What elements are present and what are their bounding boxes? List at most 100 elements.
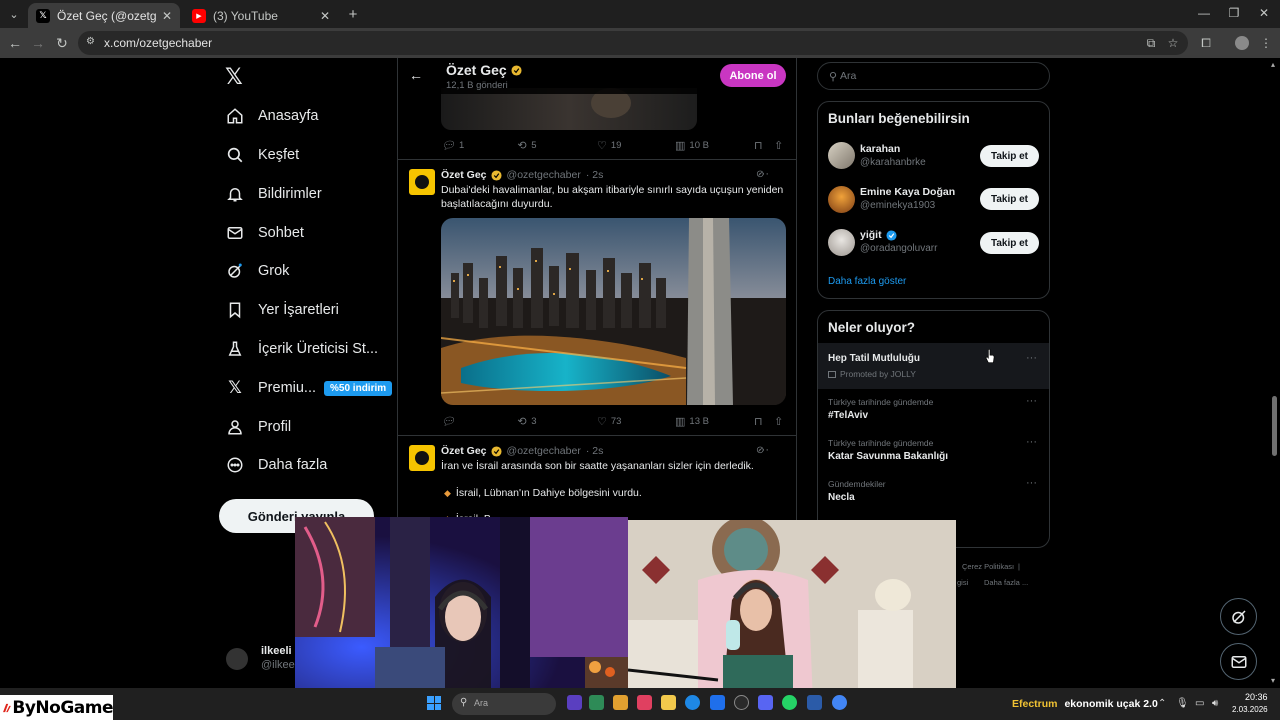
tweet-image-dubai-skyline[interactable] bbox=[441, 218, 786, 405]
close-tab-icon[interactable]: ✕ bbox=[320, 9, 330, 23]
close-window-icon[interactable]: ✕ bbox=[1255, 6, 1273, 20]
suggestion-name[interactable]: karahan bbox=[860, 143, 900, 155]
trend-item[interactable]: Türkiye tarihinde gündemde Katar Savunma… bbox=[818, 432, 1049, 472]
avatar[interactable] bbox=[828, 142, 855, 169]
address-bar[interactable]: ⚙ x.com/ozetgechaber bbox=[78, 31, 1188, 55]
tweet-time[interactable]: · 2s bbox=[586, 169, 604, 181]
grok-fab-button[interactable] bbox=[1220, 598, 1257, 635]
sidebar-item-chat[interactable]: Sohbet bbox=[226, 219, 304, 247]
share-button[interactable]: ⇧ bbox=[774, 139, 787, 152]
footer-more-link[interactable]: Daha fazla ... bbox=[984, 578, 1028, 587]
tray-chevron-icon[interactable]: ⌃ bbox=[1158, 698, 1166, 709]
show-more-link[interactable]: Daha fazla göster bbox=[828, 276, 906, 287]
suggestion-name[interactable]: yiğit bbox=[860, 229, 897, 241]
app-icon[interactable] bbox=[807, 695, 822, 710]
network-icon[interactable]: ▭ bbox=[1195, 698, 1204, 709]
follow-button[interactable]: Takip et bbox=[980, 232, 1039, 254]
sidebar-item-more[interactable]: Daha fazla bbox=[226, 451, 327, 479]
like-button[interactable]: ♡ 73 bbox=[597, 415, 621, 428]
suggestion-name[interactable]: Emine Kaya Doğan bbox=[860, 186, 955, 198]
app-icon[interactable] bbox=[589, 695, 604, 710]
sidebar-item-home[interactable]: Anasayfa bbox=[226, 102, 318, 130]
back-arrow-icon[interactable]: ← bbox=[409, 67, 423, 83]
tweet-handle[interactable]: @ozetgechaber bbox=[507, 169, 581, 181]
windows-start-icon[interactable] bbox=[427, 696, 441, 710]
minimize-icon[interactable]: — bbox=[1195, 6, 1213, 20]
clock-date[interactable]: 2.03.2026 bbox=[1232, 705, 1268, 714]
app-icon[interactable] bbox=[710, 695, 725, 710]
views-button[interactable]: ▥ 13 B bbox=[675, 415, 709, 428]
more-options-icon[interactable]: ··· bbox=[1026, 395, 1037, 407]
reply-button[interactable]: 💬︎ 1 bbox=[441, 139, 464, 152]
bookmark-star-icon[interactable]: ☆ bbox=[1164, 34, 1182, 52]
scroll-up-icon[interactable]: ▴ bbox=[1271, 60, 1275, 69]
follow-button[interactable]: Takip et bbox=[980, 145, 1039, 167]
chrome-icon[interactable] bbox=[832, 695, 847, 710]
repost-button[interactable]: ⟲ 3 bbox=[518, 415, 537, 428]
sidebar-item-explore[interactable]: Keşfet bbox=[226, 141, 299, 169]
like-button[interactable]: ♡ 19 bbox=[597, 139, 621, 152]
app-icon[interactable] bbox=[637, 695, 652, 710]
trend-item[interactable]: Türkiye tarihinde gündemde #TelAviv ··· bbox=[818, 391, 1049, 431]
tweet-avatar[interactable] bbox=[409, 169, 435, 195]
subscribe-button[interactable]: Abone ol bbox=[720, 64, 786, 87]
app-icon[interactable] bbox=[567, 695, 582, 710]
install-app-icon[interactable]: ⧉ bbox=[1142, 34, 1160, 52]
new-tab-button[interactable]: + bbox=[344, 5, 362, 23]
more-options-icon[interactable]: ··· bbox=[758, 168, 769, 180]
avatar[interactable] bbox=[828, 186, 855, 213]
back-icon[interactable]: ← bbox=[6, 34, 24, 52]
reply-button[interactable]: 💬︎ bbox=[441, 415, 459, 428]
page-scrollbar[interactable]: ▴ ▾ bbox=[1268, 58, 1280, 688]
profile-avatar-icon[interactable] bbox=[1233, 34, 1251, 52]
messages-fab-button[interactable] bbox=[1220, 643, 1257, 680]
account-name[interactable]: ilkeeli bbox=[261, 645, 292, 657]
previous-tweet-image[interactable] bbox=[441, 88, 697, 130]
tab-youtube[interactable]: ▶ (3) YouTube ✕ bbox=[184, 3, 338, 28]
more-options-icon[interactable]: ··· bbox=[758, 444, 769, 456]
taskbar-search-input[interactable]: ⚲ Ara bbox=[452, 693, 556, 715]
scroll-thumb[interactable] bbox=[1272, 396, 1277, 456]
more-options-icon[interactable]: ··· bbox=[1026, 352, 1037, 364]
file-explorer-icon[interactable] bbox=[613, 695, 628, 710]
tweet-time[interactable]: · 2s bbox=[586, 445, 604, 457]
repost-button[interactable]: ⟲ 5 bbox=[518, 139, 537, 152]
follow-button[interactable]: Takip et bbox=[980, 188, 1039, 210]
chrome-menu-icon[interactable]: ⋮ bbox=[1257, 34, 1275, 52]
sidebar-item-grok[interactable]: Grok bbox=[226, 257, 289, 285]
reload-icon[interactable]: ↻ bbox=[53, 34, 71, 52]
tab-ozet-gec[interactable]: 𝕏 Özet Geç (@ozetgechaber) / X ✕ bbox=[28, 3, 180, 28]
sidebar-item-bookmarks[interactable]: Yer İşaretleri bbox=[226, 296, 339, 324]
footer-link[interactable]: gisi bbox=[957, 578, 968, 587]
sidebar-item-creator-studio[interactable]: İçerik Üreticisi St... bbox=[226, 335, 378, 363]
trend-item[interactable]: Gündemdekiler Necla ··· bbox=[818, 473, 1049, 513]
tweet-author[interactable]: Özet Geç bbox=[441, 445, 487, 457]
bookmark-button[interactable]: ⊓ bbox=[754, 139, 767, 152]
restore-icon[interactable]: ❐ bbox=[1225, 6, 1243, 20]
sidebar-item-premium[interactable]: 𝕏 Premiu... %50 indirim bbox=[226, 374, 393, 402]
app-icon[interactable] bbox=[661, 695, 676, 710]
whatsapp-icon[interactable] bbox=[782, 695, 797, 710]
volume-icon[interactable]: 🔊︎ bbox=[1212, 698, 1218, 709]
extensions-icon[interactable]: ⧠ bbox=[1197, 34, 1215, 52]
scroll-down-icon[interactable]: ▾ bbox=[1271, 676, 1275, 685]
search-input[interactable]: ⚲ Ara bbox=[817, 62, 1050, 90]
more-options-icon[interactable]: ··· bbox=[1026, 477, 1037, 489]
news-ticker[interactable]: Efectrum ekonomik uçak 2.0 bbox=[1012, 698, 1158, 710]
footer-cookie-link[interactable]: Çerez Politikası bbox=[962, 562, 1014, 571]
trend-item-promoted[interactable]: Hep Tatil Mutluluğu Promoted by JOLLY ··… bbox=[818, 343, 1049, 389]
microphone-icon[interactable]: 🎙︎ bbox=[1176, 698, 1189, 709]
site-info-icon[interactable]: ⚙ bbox=[86, 36, 100, 50]
discord-icon[interactable] bbox=[758, 695, 773, 710]
tweet-avatar[interactable] bbox=[409, 445, 435, 471]
tweet-handle[interactable]: @ozetgechaber bbox=[507, 445, 581, 457]
close-tab-icon[interactable]: ✕ bbox=[162, 9, 172, 23]
obs-icon[interactable] bbox=[734, 695, 749, 710]
views-button[interactable]: ▥ 10 B bbox=[675, 139, 709, 152]
avatar[interactable] bbox=[828, 229, 855, 256]
x-logo-icon[interactable]: 𝕏 bbox=[225, 64, 249, 89]
more-options-icon[interactable]: ··· bbox=[1026, 436, 1037, 448]
sidebar-item-notifications[interactable]: Bildirimler bbox=[226, 180, 322, 208]
account-avatar[interactable] bbox=[226, 648, 248, 670]
clock-time[interactable]: 20:36 bbox=[1245, 692, 1268, 702]
